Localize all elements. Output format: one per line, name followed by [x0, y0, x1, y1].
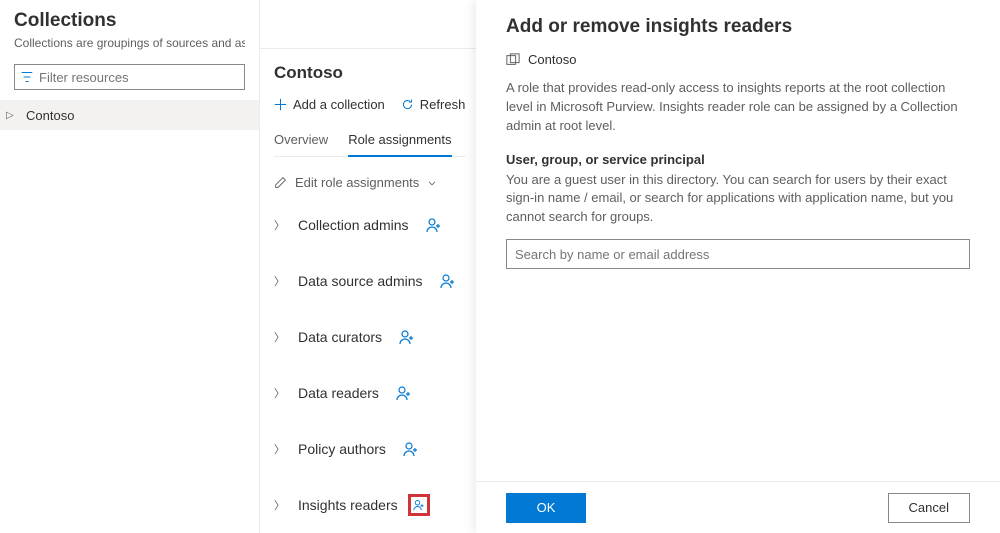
chevron-right-icon: 〉 — [274, 329, 284, 345]
tab-role-assignments[interactable]: Role assignments — [348, 132, 451, 157]
page-subtitle: Collections are groupings of sources and… — [14, 36, 245, 50]
filter-resources-input-wrapper[interactable] — [14, 64, 245, 90]
refresh-icon — [401, 98, 414, 111]
tree-item-label: Contoso — [20, 108, 74, 123]
panel-org-row: Contoso — [506, 52, 970, 67]
role-label: Insights readers — [298, 497, 398, 513]
edit-role-assignments-dropdown[interactable]: Edit role assignments — [274, 175, 466, 190]
tree-item-contoso[interactable]: ▷ Contoso — [0, 100, 259, 130]
chevron-right-icon: 〉 — [274, 273, 284, 289]
add-user-icon[interactable] — [396, 326, 418, 348]
chevron-right-icon: 〉 — [274, 497, 284, 513]
command-bar: Add a collection Refresh — [274, 97, 466, 112]
role-row-data-readers[interactable]: 〉 Data readers — [274, 382, 466, 404]
chevron-down-icon — [427, 178, 437, 188]
add-user-icon[interactable] — [423, 214, 445, 236]
tab-overview[interactable]: Overview — [274, 132, 328, 156]
collection-detail-pane: Contoso Add a collection Refresh Overvie… — [260, 48, 476, 533]
search-users-input-wrapper[interactable] — [506, 239, 970, 269]
add-user-icon[interactable] — [393, 382, 415, 404]
chevron-right-icon: ▷ — [6, 110, 20, 121]
panel-footer: OK Cancel — [476, 481, 1000, 533]
cancel-button[interactable]: Cancel — [888, 493, 970, 523]
role-label: Data readers — [298, 385, 379, 401]
panel-title: Add or remove insights readers — [506, 16, 970, 38]
chevron-right-icon: 〉 — [274, 217, 284, 233]
refresh-label: Refresh — [420, 97, 466, 112]
plus-icon — [274, 98, 287, 111]
add-collection-button[interactable]: Add a collection — [274, 97, 385, 112]
role-label: Policy authors — [298, 441, 386, 457]
chevron-right-icon: 〉 — [274, 385, 284, 401]
panel-org-name: Contoso — [528, 52, 576, 67]
filter-icon — [21, 71, 33, 83]
role-row-data-curators[interactable]: 〉 Data curators — [274, 326, 466, 348]
collection-icon — [506, 53, 520, 67]
panel-section-head: User, group, or service principal — [506, 152, 970, 167]
role-label: Data curators — [298, 329, 382, 345]
collections-sidebar: Collections Collections are groupings of… — [0, 0, 260, 533]
panel-description: A role that provides read-only access to… — [506, 79, 970, 136]
add-collection-label: Add a collection — [293, 97, 385, 112]
role-list: 〉 Collection admins 〉 Data source admins… — [274, 214, 466, 516]
filter-resources-input[interactable] — [39, 70, 238, 85]
add-remove-readers-panel: Add or remove insights readers Contoso A… — [476, 0, 1000, 533]
pencil-icon — [274, 176, 287, 189]
page-title: Collections — [14, 10, 245, 32]
panel-section-sub: You are a guest user in this directory. … — [506, 171, 970, 228]
search-users-input[interactable] — [515, 247, 961, 262]
role-label: Collection admins — [298, 217, 409, 233]
collection-title: Contoso — [274, 63, 466, 83]
ok-button[interactable]: OK — [506, 493, 586, 523]
collection-tabs: Overview Role assignments — [274, 132, 466, 157]
role-row-insights-readers[interactable]: 〉 Insights readers — [274, 494, 466, 516]
role-label: Data source admins — [298, 273, 423, 289]
chevron-right-icon: 〉 — [274, 441, 284, 457]
edit-role-assignments-label: Edit role assignments — [295, 175, 419, 190]
add-user-icon[interactable] — [437, 270, 459, 292]
add-user-icon[interactable] — [408, 494, 430, 516]
role-row-policy-authors[interactable]: 〉 Policy authors — [274, 438, 466, 460]
refresh-button[interactable]: Refresh — [401, 97, 466, 112]
role-row-collection-admins[interactable]: 〉 Collection admins — [274, 214, 466, 236]
add-user-icon[interactable] — [400, 438, 422, 460]
role-row-data-source-admins[interactable]: 〉 Data source admins — [274, 270, 466, 292]
